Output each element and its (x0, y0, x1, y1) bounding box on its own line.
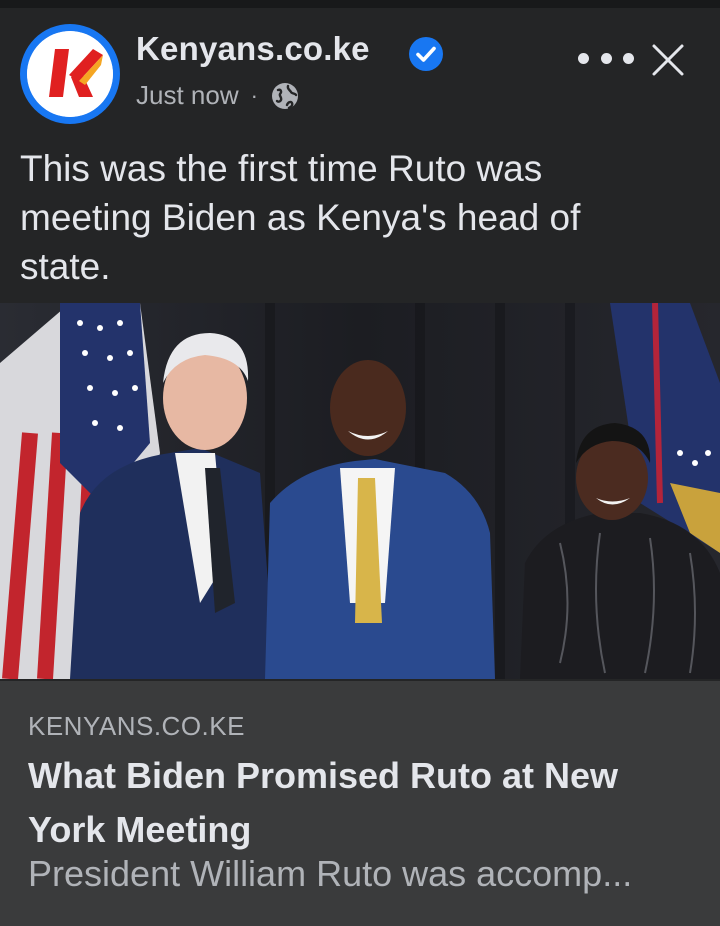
more-dot (578, 52, 589, 64)
post-header: Kenyans.co.ke Just now · (0, 8, 720, 138)
kenyans-logo (27, 31, 113, 117)
link-description: President William Ruto was accomp... (28, 853, 633, 894)
link-title[interactable]: What Biden Promised Ruto at New York Mee… (28, 749, 668, 857)
top-divider (0, 0, 720, 8)
verified-badge-icon (409, 37, 443, 71)
link-domain: KENYANS.CO.KE (28, 711, 245, 741)
globe-icon (271, 82, 298, 109)
more-dot (623, 52, 634, 64)
post-text: This was the first time Ruto was meeting… (20, 148, 581, 287)
photo-illustration (0, 303, 720, 679)
close-icon[interactable] (650, 42, 686, 78)
page-name[interactable]: Kenyans.co.ke (136, 30, 370, 68)
post-photo[interactable] (0, 303, 720, 679)
meta-separator: · (250, 82, 258, 108)
more-options-icon[interactable] (578, 38, 634, 78)
page-avatar[interactable] (20, 24, 120, 124)
more-dot (600, 52, 612, 64)
post-timestamp[interactable]: Just now (136, 80, 239, 111)
post-meta: Just now · (136, 80, 300, 111)
link-preview-card[interactable]: KENYANS.CO.KE What Biden Promised Ruto a… (0, 681, 720, 926)
